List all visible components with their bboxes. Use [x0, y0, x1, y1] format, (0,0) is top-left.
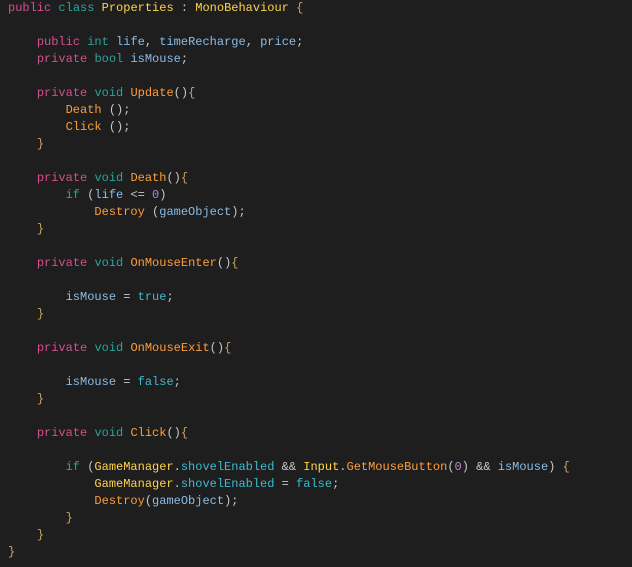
code-editor[interactable]: public class Properties : MonoBehaviour …: [0, 0, 632, 561]
line: if (life <= 0): [8, 188, 166, 202]
line: isMouse = true;: [8, 290, 174, 304]
line: }: [8, 511, 73, 525]
line: public class Properties : MonoBehaviour …: [8, 1, 303, 15]
line: private bool isMouse;: [8, 52, 188, 66]
line: }: [8, 222, 44, 236]
line: }: [8, 307, 44, 321]
line: Destroy (gameObject);: [8, 205, 246, 219]
line: GameManager.shovelEnabled = false;: [8, 477, 339, 491]
line: Click ();: [8, 120, 130, 134]
line: Destroy(gameObject);: [8, 494, 238, 508]
line: private void OnMouseExit(){: [8, 341, 231, 355]
line: }: [8, 137, 44, 151]
line: }: [8, 545, 15, 559]
line: Death ();: [8, 103, 130, 117]
line: }: [8, 392, 44, 406]
line: if (GameManager.shovelEnabled && Input.G…: [8, 460, 570, 474]
line: private void Update(){: [8, 86, 195, 100]
line: private void Death(){: [8, 171, 188, 185]
line: }: [8, 528, 44, 542]
line: isMouse = false;: [8, 375, 181, 389]
line: public int life, timeRecharge, price;: [8, 35, 303, 49]
line: private void Click(){: [8, 426, 188, 440]
line: private void OnMouseEnter(){: [8, 256, 238, 270]
